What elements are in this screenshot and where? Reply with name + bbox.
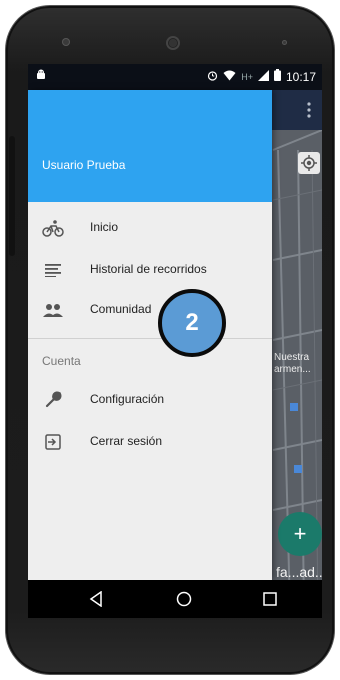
- overflow-menu-icon[interactable]: [306, 100, 312, 120]
- user-name: Usuario Prueba: [42, 158, 126, 172]
- menu-item-inicio[interactable]: Inicio: [28, 208, 272, 248]
- side-button: [9, 136, 15, 256]
- signal-icon: [257, 69, 269, 84]
- alarm-icon: [207, 70, 218, 84]
- wifi-icon: [223, 70, 236, 84]
- menu-item-cerrar-sesion[interactable]: Cerrar sesión: [28, 422, 272, 462]
- home-icon[interactable]: [174, 589, 194, 609]
- status-bar: H+ 10:17: [28, 64, 322, 90]
- menu-item-label: Historial de recorridos: [90, 262, 207, 276]
- my-location-icon[interactable]: [298, 152, 320, 174]
- sensor: [282, 40, 287, 45]
- step-number: 2: [185, 309, 199, 336]
- people-icon: [42, 300, 64, 320]
- menu-item-configuracion[interactable]: Configuración: [28, 380, 272, 420]
- clock: 10:17: [285, 69, 316, 84]
- section-title-cuenta: Cuenta: [42, 354, 81, 368]
- network-type: H+: [241, 71, 253, 82]
- camera: [62, 38, 70, 46]
- battery-icon: [273, 69, 281, 84]
- navigation-bar: [28, 580, 322, 618]
- menu-item-label: Comunidad: [90, 302, 152, 316]
- step-number-badge: 2: [158, 289, 226, 357]
- menu-item-label: Inicio: [90, 220, 119, 234]
- bike-icon: [42, 218, 64, 238]
- navigation-drawer: Usuario Prueba Inicio Historial de recor…: [28, 90, 272, 580]
- add-fab-button[interactable]: +: [278, 512, 322, 556]
- menu-item-label: Configuración: [90, 392, 165, 406]
- drawer-header: Usuario Prueba: [28, 90, 272, 202]
- wrench-icon: [42, 390, 64, 410]
- menu-item-historial[interactable]: Historial de recorridos: [28, 250, 272, 290]
- menu-item-comunidad[interactable]: Comunidad: [28, 290, 272, 330]
- divider: [28, 338, 272, 339]
- speaker: [166, 36, 180, 50]
- back-icon[interactable]: [86, 589, 106, 609]
- map-label-bottom: fa...ad..: [276, 564, 322, 580]
- map-label-church: Nuestra armen...: [274, 352, 311, 375]
- recents-icon[interactable]: [260, 589, 280, 609]
- plus-icon: +: [293, 521, 307, 546]
- logout-icon: [42, 432, 64, 452]
- list-icon: [42, 260, 64, 280]
- menu-item-label: Cerrar sesión: [90, 434, 163, 448]
- android-icon: [36, 69, 46, 84]
